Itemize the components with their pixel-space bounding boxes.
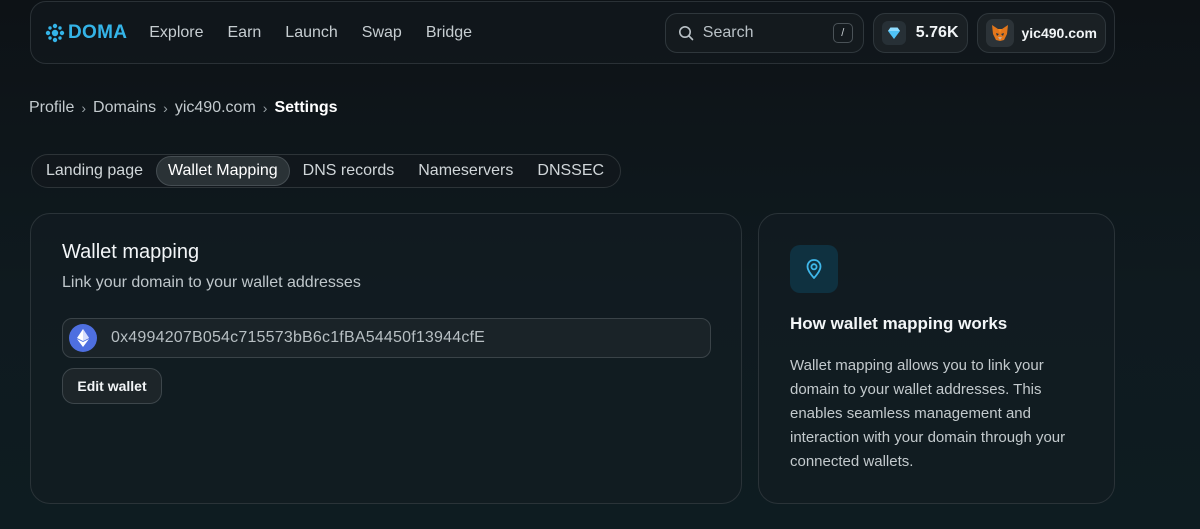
nav-swap[interactable]: Swap [362,24,402,42]
doma-logo-icon [45,23,65,42]
search-input[interactable]: Search / [664,12,864,53]
info-title: How wallet mapping works [790,314,1008,333]
points-button[interactable]: 5.76K [872,12,968,53]
info-card: How wallet mapping works Wallet mapping … [758,213,1115,504]
breadcrumb-current: Settings [274,99,338,116]
logo[interactable]: DOMA [45,22,127,44]
gem-icon [881,20,906,45]
nav-launch[interactable]: Launch [285,24,338,42]
map-pin-icon [790,245,838,293]
tab-dnssec[interactable]: DNSSEC [526,156,615,186]
account-name: yic490.com [1021,24,1098,41]
account-button[interactable]: yic490.com [976,12,1106,53]
wallet-address: 0x4994207B054c715573bB6c1fBA54450f13944c… [111,329,486,346]
chevron-right-icon: › [81,100,87,116]
logo-text: DOMA [68,21,128,43]
breadcrumb: Profile › Domains › yic490.com › Setting… [29,99,338,117]
points-value: 5.76K [915,23,959,41]
search-placeholder: Search [702,23,754,41]
nav-explore[interactable]: Explore [149,24,203,42]
tab-dns-records[interactable]: DNS records [292,156,406,186]
tab-landing-page[interactable]: Landing page [35,156,154,186]
tab-nameservers[interactable]: Nameservers [407,156,524,186]
search-icon [678,25,694,40]
nav-right: Search / 5.76K yic490.com [664,12,1106,53]
card-title: Wallet mapping [62,241,200,263]
nav-bridge[interactable]: Bridge [426,24,472,42]
breadcrumb-domain[interactable]: yic490.com [175,99,256,117]
info-body: Wallet mapping allows you to link your d… [790,357,1066,470]
wallet-address-field: 0x4994207B054c715573bB6c1fBA54450f13944c… [62,318,711,358]
breadcrumb-profile[interactable]: Profile [29,99,74,117]
breadcrumb-domains[interactable]: Domains [93,99,156,117]
fox-icon [985,18,1014,47]
ethereum-icon [69,324,97,352]
card-subtitle: Link your domain to your wallet addresse… [62,274,361,291]
chevron-right-icon: › [262,100,268,116]
search-shortcut-key: / [832,22,853,43]
nav-earn[interactable]: Earn [228,24,262,42]
page: DOMA Explore Earn Launch Swap Bridge Sea… [0,0,1200,529]
wallet-mapping-card: Wallet mapping Link your domain to your … [30,213,742,504]
settings-tabs: Landing page Wallet Mapping DNS records … [31,154,622,188]
chevron-right-icon: › [163,100,168,116]
nav-links: Explore Earn Launch Swap Bridge [149,24,472,42]
edit-wallet-button[interactable]: Edit wallet [62,368,162,404]
top-nav: DOMA Explore Earn Launch Swap Bridge Sea… [30,1,1115,64]
tab-wallet-mapping[interactable]: Wallet Mapping [155,156,290,186]
